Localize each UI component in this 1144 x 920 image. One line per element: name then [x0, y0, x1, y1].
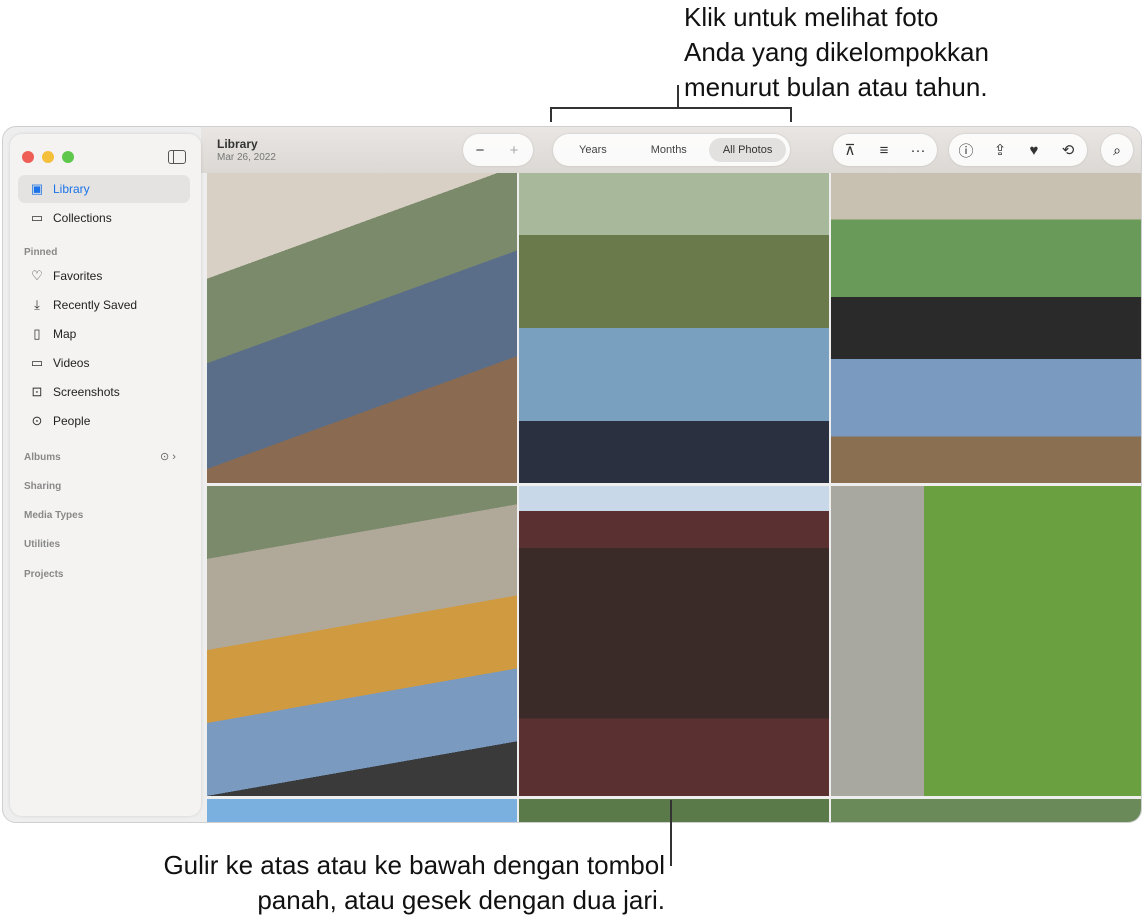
heart-icon[interactable]: ♥ — [1017, 142, 1051, 159]
filter-icon[interactable]: ≡ — [867, 142, 901, 159]
zoom-controls: − + — [463, 134, 533, 166]
toolbar: Library Mar 26, 2022 − + Years Months Al… — [201, 127, 1141, 173]
callout-scroll: Gulir ke atas atau ke bawah dengan tombo… — [90, 848, 665, 918]
sidebar-item-label: Videos — [53, 356, 90, 370]
search-button[interactable]: ⌕ — [1101, 134, 1133, 166]
photo-thumbnail[interactable] — [831, 486, 1141, 796]
tab-years[interactable]: Years — [557, 138, 629, 162]
minimize-button[interactable] — [42, 151, 54, 163]
photo-actions: ⓘ ⇪ ♥ ⟲ — [949, 134, 1087, 166]
sidebar-item-label: Recently Saved — [53, 298, 138, 312]
callout-line: Anda yang dikelompokkan — [684, 37, 989, 67]
view-options: ⊼ ≡ ··· — [833, 134, 937, 166]
close-button[interactable] — [22, 151, 34, 163]
callout-line: panah, atau gesek dengan dua jari. — [257, 885, 665, 915]
sidebar-item-videos[interactable]: ▭ Videos — [18, 349, 190, 377]
callout-leader — [670, 800, 672, 866]
callout-line: Klik untuk melihat foto — [684, 2, 939, 32]
zoom-in-button[interactable]: + — [497, 142, 531, 159]
section-projects[interactable]: Projects — [24, 569, 63, 580]
sidebar-item-favorites[interactable]: ♡ Favorites — [18, 262, 190, 290]
callout-bracket — [790, 107, 792, 122]
section-pinned: Pinned — [24, 247, 58, 258]
collections-icon: ▭ — [30, 210, 44, 225]
photo-thumbnail[interactable] — [519, 486, 829, 796]
heart-icon: ♡ — [31, 268, 43, 283]
photos-window: ▣ Library ▭ Collections Pinned ♡ Favorites … — [2, 126, 1142, 823]
albums-more-icon[interactable]: ⊙ › — [160, 450, 176, 463]
section-media-types[interactable]: Media Types — [24, 510, 83, 521]
zoom-button[interactable] — [62, 151, 74, 163]
photo-thumbnail[interactable] — [519, 173, 829, 483]
download-clock-icon: ⤓ — [34, 297, 40, 312]
callout-bracket — [550, 107, 791, 109]
view-tabs: Years Months All Photos — [553, 134, 791, 166]
slideshow-icon[interactable]: ⊼ — [833, 141, 867, 159]
video-icon: ▭ — [30, 355, 44, 370]
info-icon[interactable]: ⓘ — [949, 140, 983, 161]
sidebar-item-recently-saved[interactable]: ⤓ Recently Saved — [18, 291, 190, 319]
sidebar-item-label: Screenshots — [53, 385, 120, 399]
photo-thumbnail[interactable] — [207, 173, 517, 483]
callout-line: Gulir ke atas atau ke bawah dengan tombo… — [163, 850, 665, 880]
search-icon: ⌕ — [1113, 141, 1121, 158]
sidebar-item-label: Favorites — [53, 269, 103, 283]
callout-leader — [677, 85, 679, 108]
sidebar-item-library[interactable]: ▣ Library — [18, 175, 190, 203]
photo-grid — [207, 173, 1141, 822]
page-date: Mar 26, 2022 — [217, 152, 276, 163]
sidebar-item-people[interactable]: ⊙ People — [18, 407, 190, 435]
callout-view-tabs: Klik untuk melihat foto Anda yang dikelo… — [684, 0, 1144, 105]
section-utilities[interactable]: Utilities — [24, 539, 60, 550]
sidebar-item-screenshots[interactable]: ⊡ Screenshots — [18, 378, 190, 406]
sidebar-toggle-icon[interactable] — [168, 150, 186, 164]
sidebar-item-label: Library — [53, 182, 90, 196]
more-icon[interactable]: ··· — [901, 142, 935, 159]
tab-all-photos[interactable]: All Photos — [708, 138, 787, 162]
map-icon: ▯ — [33, 326, 41, 341]
window-controls — [22, 151, 74, 163]
photo-thumbnail[interactable] — [207, 799, 517, 822]
zoom-out-button[interactable]: − — [463, 142, 497, 159]
sidebar-item-label: Collections — [53, 211, 112, 225]
sidebar-item-collections[interactable]: ▭ Collections — [18, 204, 190, 232]
share-icon[interactable]: ⇪ — [983, 141, 1017, 159]
people-icon: ⊙ — [31, 413, 43, 428]
photo-thumbnail[interactable] — [207, 486, 517, 796]
photo-thumbnail[interactable] — [831, 799, 1141, 822]
section-sharing[interactable]: Sharing — [24, 481, 61, 492]
photo-thumbnail[interactable] — [831, 173, 1141, 483]
page-title: Library — [217, 137, 258, 151]
rotate-icon[interactable]: ⟲ — [1051, 141, 1085, 159]
photo-thumbnail[interactable] — [519, 799, 829, 822]
tab-months[interactable]: Months — [629, 138, 709, 162]
screenshot-icon: ⊡ — [31, 384, 43, 399]
section-albums[interactable]: Albums — [24, 452, 61, 463]
sidebar-item-map[interactable]: ▯ Map — [18, 320, 190, 348]
sidebar-item-label: Map — [53, 327, 77, 341]
sidebar-item-label: People — [53, 414, 91, 428]
sidebar: ▣ Library ▭ Collections Pinned ♡ Favorites … — [10, 134, 201, 816]
callout-bracket — [550, 107, 552, 122]
photo-library-icon: ▣ — [30, 181, 44, 196]
callout-line: menurut bulan atau tahun. — [684, 72, 988, 102]
